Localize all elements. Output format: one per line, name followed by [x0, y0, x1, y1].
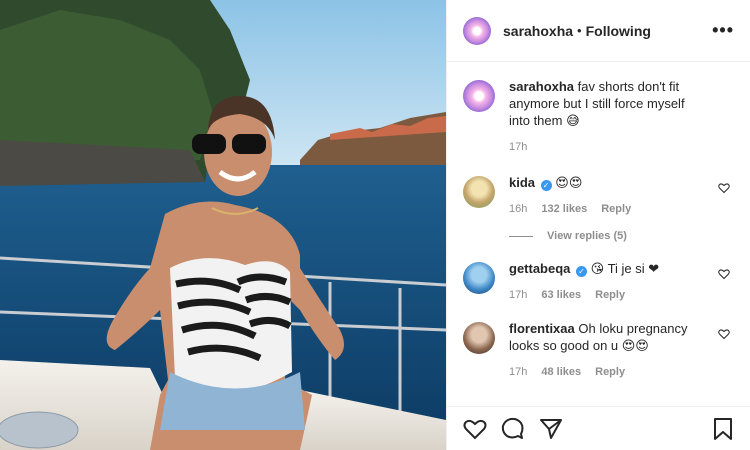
comment-item: kida ✓ 😍😍 16h 132 likes Reply	[463, 174, 734, 218]
caption-time[interactable]: 17h	[509, 139, 527, 156]
instagram-post: sarahoxha • Following ••• sarahoxha fav …	[0, 0, 750, 450]
commenter-avatar[interactable]	[463, 176, 495, 208]
comment-time[interactable]: 17h	[509, 364, 527, 381]
comments-list: sarahoxha fav shorts don't fit anymore b…	[447, 62, 750, 381]
caption-avatar[interactable]	[463, 80, 495, 112]
comment-likes[interactable]: 63 likes	[541, 287, 581, 304]
post-header: sarahoxha • Following •••	[447, 0, 750, 62]
comment-time[interactable]: 17h	[509, 287, 527, 304]
photo-illustration	[0, 0, 446, 450]
verified-badge-icon: ✓	[576, 266, 588, 277]
post-photo[interactable]	[0, 0, 446, 450]
commenter-avatar[interactable]	[463, 322, 495, 354]
author-username[interactable]: sarahoxha	[503, 23, 573, 39]
reply-button[interactable]: Reply	[595, 364, 625, 381]
comment-text: 😘 Ti je si ❤	[590, 261, 660, 276]
bookmark-icon[interactable]	[712, 417, 734, 441]
heart-icon[interactable]	[718, 268, 730, 280]
post-side-panel: sarahoxha • Following ••• sarahoxha fav …	[446, 0, 750, 450]
comment-icon[interactable]	[501, 417, 525, 441]
view-replies-button[interactable]: View replies (5)	[509, 230, 734, 242]
comment-likes[interactable]: 48 likes	[541, 364, 581, 381]
header-separator: •	[577, 23, 582, 38]
comment-time[interactable]: 16h	[509, 201, 527, 218]
view-replies-label: View replies (5)	[547, 230, 627, 242]
reply-button[interactable]: Reply	[595, 287, 625, 304]
following-button[interactable]: Following	[586, 23, 651, 39]
share-icon[interactable]	[539, 417, 563, 441]
author-avatar[interactable]	[463, 16, 491, 45]
comment-username[interactable]: gettabeqa	[509, 261, 570, 276]
post-actions-bar	[447, 406, 750, 450]
comment-item: gettabeqa ✓ 😘 Ti je si ❤ 17h 63 likes Re…	[463, 260, 734, 304]
caption-username[interactable]: sarahoxha	[509, 79, 574, 94]
caption: sarahoxha fav shorts don't fit anymore b…	[463, 78, 734, 156]
more-options-icon[interactable]: •••	[712, 20, 734, 41]
comment-text: 😍😍	[555, 175, 583, 190]
heart-icon[interactable]	[718, 182, 730, 194]
comment-username[interactable]: kida	[509, 175, 535, 190]
verified-badge-icon: ✓	[540, 180, 552, 191]
comment-likes[interactable]: 132 likes	[541, 201, 587, 218]
comment-item: florentixaa Oh loku pregnancy looks so g…	[463, 320, 734, 381]
replies-divider	[509, 235, 533, 237]
heart-icon[interactable]	[718, 328, 730, 340]
heart-icon[interactable]	[463, 417, 487, 441]
comment-username[interactable]: florentixaa	[509, 321, 575, 336]
commenter-avatar[interactable]	[463, 262, 495, 294]
reply-button[interactable]: Reply	[601, 201, 631, 218]
